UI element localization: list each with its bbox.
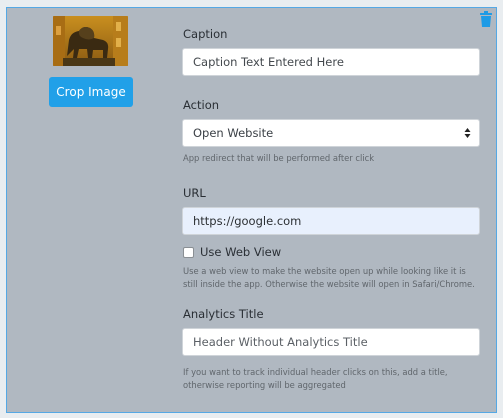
trash-icon[interactable]: [480, 11, 492, 27]
action-label: Action: [183, 98, 220, 112]
crop-image-button[interactable]: Crop Image: [49, 77, 133, 107]
image-header-editor-panel: Crop Image Caption Action Open Website A…: [6, 7, 497, 413]
caption-label: Caption: [183, 27, 228, 41]
url-input[interactable]: [182, 207, 480, 235]
url-label: URL: [183, 186, 206, 200]
analytics-help-text: If you want to track individual header c…: [183, 367, 448, 390]
header-image-thumbnail: [53, 16, 128, 66]
select-caret-icon: [464, 128, 471, 138]
analytics-title-input[interactable]: [182, 328, 480, 356]
action-help-text: App redirect that will be performed afte…: [183, 153, 375, 163]
analytics-title-label: Analytics Title: [183, 307, 264, 321]
caption-input[interactable]: [182, 48, 480, 76]
use-web-view-checkbox[interactable]: [183, 247, 194, 258]
action-select-value: Open Website: [193, 126, 274, 140]
use-web-view-label: Use Web View: [200, 245, 282, 259]
web-view-help-text: Use a web view to make the website open …: [183, 266, 475, 289]
action-select[interactable]: Open Website: [182, 119, 480, 147]
